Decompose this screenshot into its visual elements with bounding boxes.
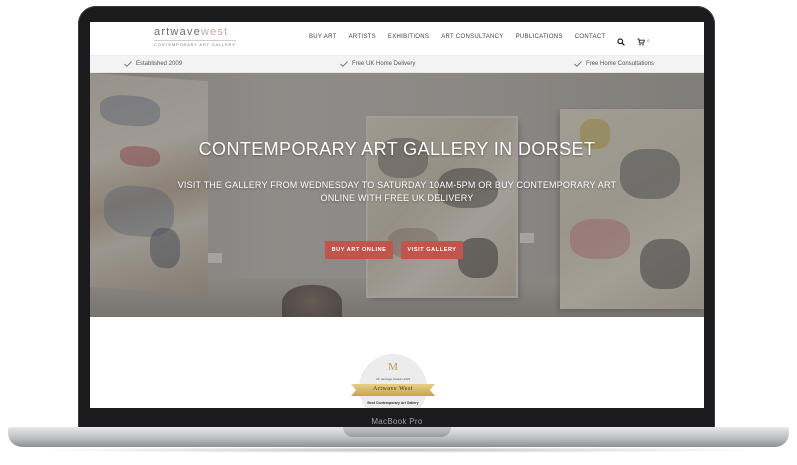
hero-title: CONTEMPORARY ART GALLERY IN DORSET bbox=[198, 139, 596, 159]
check-icon bbox=[574, 61, 582, 67]
browser-screen: artwavewest CONTEMPORARY ART GALLERY BUY… bbox=[90, 22, 704, 408]
hero-banner: CONTEMPORARY ART GALLERY IN DORSET VISIT… bbox=[90, 73, 704, 317]
usp-established: Established 2009 bbox=[124, 61, 182, 67]
laptop-shadow bbox=[30, 447, 767, 453]
main-nav: BUY ART ARTISTS EXHIBITIONS ART CONSULTA… bbox=[309, 33, 649, 46]
visit-gallery-button[interactable]: VISIT GALLERY bbox=[401, 241, 463, 259]
award-badge: M UK Heritage Awards 2023 Artwave West B… bbox=[351, 354, 435, 408]
award-name: Artwave West bbox=[373, 386, 413, 392]
usp-bar: Established 2009 Free UK Home Delivery F… bbox=[90, 55, 704, 73]
logo-tagline: CONTEMPORARY ART GALLERY bbox=[154, 40, 236, 47]
award-caption: UK Heritage Awards 2023 bbox=[375, 377, 411, 381]
usp-free-delivery: Free UK Home Delivery bbox=[340, 61, 415, 67]
cart-icon[interactable]: 0 bbox=[637, 33, 649, 46]
usp-free-consultations: Free Home Consultations bbox=[574, 61, 654, 67]
check-icon bbox=[340, 61, 348, 67]
logo-wordmark: artwavewest bbox=[154, 26, 229, 38]
nav-publications[interactable]: PUBLICATIONS bbox=[516, 34, 563, 40]
nav-art-consultancy[interactable]: ART CONSULTANCY bbox=[441, 34, 503, 40]
award-category: Best Contemporary Art Gallery bbox=[367, 401, 419, 405]
laptop-notch bbox=[343, 427, 451, 437]
nav-exhibitions[interactable]: EXHIBITIONS bbox=[388, 34, 429, 40]
award-monogram: M bbox=[388, 361, 398, 373]
check-icon bbox=[124, 61, 132, 67]
search-icon[interactable] bbox=[617, 33, 626, 46]
nav-artists[interactable]: ARTISTS bbox=[349, 34, 376, 40]
device-label: MacBook Pro bbox=[371, 417, 423, 426]
buy-art-online-button[interactable]: BUY ART ONLINE bbox=[325, 241, 393, 259]
hero-subtitle: VISIT THE GALLERY FROM WEDNESDAY TO SATU… bbox=[177, 180, 617, 203]
nav-contact[interactable]: CONTACT bbox=[575, 34, 606, 40]
nav-buy-art[interactable]: BUY ART bbox=[309, 34, 337, 40]
site-header: artwavewest CONTEMPORARY ART GALLERY BUY… bbox=[90, 22, 704, 55]
site-logo[interactable]: artwavewest CONTEMPORARY ART GALLERY bbox=[154, 27, 236, 47]
cart-count: 0 bbox=[647, 38, 650, 43]
